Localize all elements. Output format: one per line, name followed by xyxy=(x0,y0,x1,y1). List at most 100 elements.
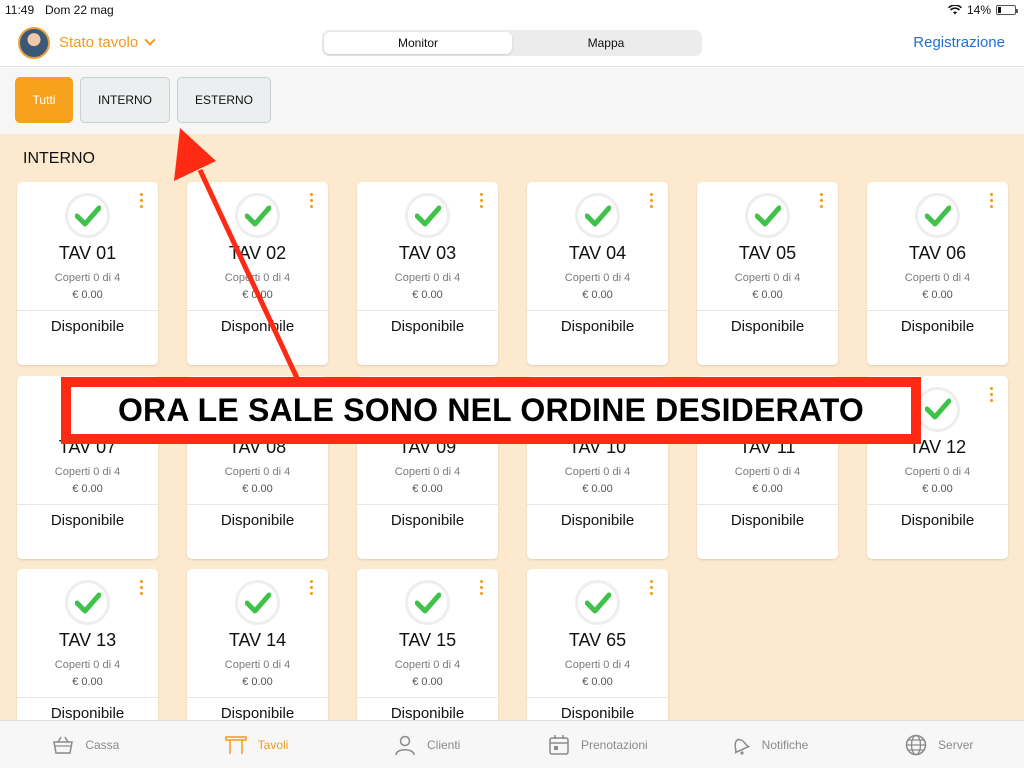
tab-label: Notifiche xyxy=(761,737,809,752)
checkmark-icon xyxy=(575,193,620,238)
status-time: 11:49 xyxy=(5,3,35,17)
checkmark-icon xyxy=(235,193,280,238)
table-card[interactable]: TAV 14 Coperti 0 di 4 € 0.00 Disponibile xyxy=(187,569,328,720)
table-name: TAV 06 xyxy=(908,243,967,263)
more-options-icon[interactable] xyxy=(648,580,654,598)
more-options-icon[interactable] xyxy=(818,193,824,211)
table-covers: Coperti 0 di 4 xyxy=(54,465,121,478)
table-name: TAV 15 xyxy=(398,630,457,650)
more-options-icon[interactable] xyxy=(988,193,994,211)
status-date: Dom 22 mag xyxy=(45,3,114,17)
table-card[interactable]: TAV 01 Coperti 0 di 4 € 0.00 Disponibile xyxy=(17,182,158,365)
table-covers: Coperti 0 di 4 xyxy=(904,272,971,284)
table-covers: Coperti 0 di 4 xyxy=(734,465,801,478)
table-status-dropdown[interactable]: Stato tavolo xyxy=(59,34,156,51)
divider xyxy=(697,310,838,311)
registrazione-button[interactable]: Registrazione xyxy=(913,34,1005,51)
more-options-icon[interactable] xyxy=(138,193,144,211)
checkmark-icon xyxy=(575,580,620,625)
table-status: Disponibile xyxy=(50,705,125,720)
tab-notifiche[interactable]: Notifiche xyxy=(683,721,854,768)
table-name: TAV 04 xyxy=(568,243,627,263)
table-status: Disponibile xyxy=(390,511,465,529)
avatar[interactable] xyxy=(18,27,50,59)
table-card[interactable]: TAV 02 Coperti 0 di 4 € 0.00 Disponibile xyxy=(187,182,328,365)
table-card[interactable]: TAV 15 Coperti 0 di 4 € 0.00 Disponibile xyxy=(357,569,498,720)
table-status: Disponibile xyxy=(50,511,125,529)
table-status: Disponibile xyxy=(900,318,975,335)
filter-bar: Tutti INTERNO ESTERNO xyxy=(0,68,1024,134)
more-options-icon[interactable] xyxy=(478,580,484,598)
table-status: Disponibile xyxy=(730,511,805,529)
filter-esterno-button[interactable]: ESTERNO xyxy=(177,77,271,123)
divider xyxy=(17,310,158,311)
table-amount: € 0.00 xyxy=(412,482,443,495)
status-right: 14% xyxy=(948,3,1018,17)
annotation-text: ORA LE SALE SONO NEL ORDINE DESIDERATO xyxy=(71,387,911,434)
tab-clienti[interactable]: Clienti xyxy=(341,721,512,768)
tab-cassa[interactable]: Cassa xyxy=(0,721,171,768)
table-covers: Coperti 0 di 4 xyxy=(394,465,461,478)
globe-icon xyxy=(905,734,927,755)
filter-tutti-button[interactable]: Tutti xyxy=(15,77,73,123)
divider xyxy=(867,503,1008,505)
divider xyxy=(867,310,1008,311)
more-options-icon[interactable] xyxy=(988,386,994,405)
table-status: Disponibile xyxy=(50,318,125,335)
tab-label: Cassa xyxy=(85,737,120,752)
table-card[interactable]: TAV 05 Coperti 0 di 4 € 0.00 Disponibile xyxy=(697,182,838,365)
table-covers: Coperti 0 di 4 xyxy=(564,272,631,284)
table-name: TAV 05 xyxy=(738,243,797,263)
table-status: Disponibile xyxy=(220,705,295,720)
divider xyxy=(527,310,668,311)
table-amount: € 0.00 xyxy=(752,482,783,495)
bell-icon xyxy=(734,738,751,755)
chevron-down-icon xyxy=(144,34,156,46)
table-amount: € 0.00 xyxy=(922,482,953,495)
segment-monitor[interactable]: Monitor xyxy=(324,32,512,54)
header: Stato tavolo Monitor Mappa Registrazione xyxy=(0,20,1024,67)
table-status: Disponibile xyxy=(560,511,635,529)
table-card[interactable]: TAV 04 Coperti 0 di 4 € 0.00 Disponibile xyxy=(527,182,668,365)
tab-tavoli[interactable]: Tavoli xyxy=(171,721,342,768)
more-options-icon[interactable] xyxy=(478,193,484,211)
tab-bar: Cassa Tavoli Clienti Prenotazioni Notifi… xyxy=(0,720,1024,768)
more-options-icon[interactable] xyxy=(648,193,654,211)
table-amount: € 0.00 xyxy=(242,676,273,688)
checkmark-icon xyxy=(915,386,960,432)
more-options-icon[interactable] xyxy=(308,193,314,211)
tab-label: Server xyxy=(938,737,974,752)
table-status: Disponibile xyxy=(390,318,465,335)
table-status: Disponibile xyxy=(560,705,635,720)
tab-prenotazioni[interactable]: Prenotazioni xyxy=(512,721,683,768)
status-bar: 11:49 Dom 22 mag 14% xyxy=(0,0,1024,20)
tab-label: Prenotazioni xyxy=(580,737,648,752)
table-amount: € 0.00 xyxy=(242,482,273,495)
table-amount: € 0.00 xyxy=(72,676,103,688)
divider xyxy=(187,697,328,698)
table-card[interactable]: TAV 13 Coperti 0 di 4 € 0.00 Disponibile xyxy=(17,569,158,720)
divider xyxy=(17,697,158,698)
table-covers: Coperti 0 di 4 xyxy=(904,465,971,478)
table-name: TAV 65 xyxy=(568,630,627,650)
table-card[interactable]: TAV 65 Coperti 0 di 4 € 0.00 Disponibile xyxy=(527,569,668,720)
table-name: TAV 13 xyxy=(58,630,117,650)
table-covers: Coperti 0 di 4 xyxy=(224,465,291,478)
checkmark-icon xyxy=(745,193,790,238)
tab-server[interactable]: Server xyxy=(853,721,1024,768)
segment-mappa[interactable]: Mappa xyxy=(512,32,700,54)
table-card[interactable]: TAV 03 Coperti 0 di 4 € 0.00 Disponibile xyxy=(357,182,498,365)
more-options-icon[interactable] xyxy=(138,580,144,598)
divider xyxy=(17,503,158,505)
checkmark-icon xyxy=(405,580,450,625)
checkmark-icon xyxy=(235,580,280,625)
divider xyxy=(527,697,668,698)
table-icon xyxy=(224,735,247,754)
filter-interno-button[interactable]: INTERNO xyxy=(80,77,170,123)
table-amount: € 0.00 xyxy=(582,676,613,688)
table-amount: € 0.00 xyxy=(412,676,443,688)
table-card[interactable]: TAV 06 Coperti 0 di 4 € 0.00 Disponibile xyxy=(867,182,1008,365)
table-status: Disponibile xyxy=(560,318,635,335)
table-amount: € 0.00 xyxy=(582,482,613,495)
more-options-icon[interactable] xyxy=(308,580,314,598)
